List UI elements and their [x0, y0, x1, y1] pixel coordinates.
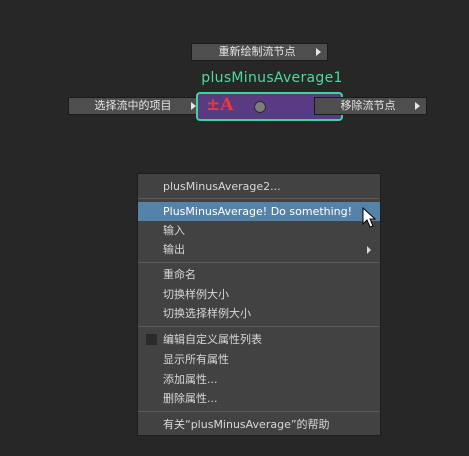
menu-item-add-attribute[interactable]: 添加属性...	[138, 370, 380, 389]
menu-item-rename[interactable]: 重命名	[138, 265, 380, 284]
redraw-nodes-button[interactable]: 重新绘制流节点	[191, 43, 328, 61]
menu-separator	[138, 326, 380, 327]
menu-item-label: 切换选择样例大小	[163, 307, 251, 320]
menu-item-label: 有关“plusMinusAverage”的帮助	[163, 418, 330, 431]
node-title: plusMinusAverage1	[201, 70, 343, 86]
menu-item-delete-attribute[interactable]: 删除属性...	[138, 389, 380, 408]
menu-separator	[138, 198, 380, 199]
mouse-cursor-icon	[362, 207, 376, 228]
menu-item-toggle-selected-swatch-size[interactable]: 切换选择样例大小	[138, 304, 380, 323]
select-in-stream-label: 选择流中的项目	[94, 99, 172, 112]
menu-separator	[138, 262, 380, 263]
menu-item-label: plusMinusAverage2...	[163, 180, 281, 193]
redraw-nodes-label: 重新绘制流节点	[218, 45, 296, 58]
menu-item-help[interactable]: 有关“plusMinusAverage”的帮助	[138, 415, 380, 434]
menu-item-show-all-attributes[interactable]: 显示所有属性	[138, 350, 380, 369]
select-in-stream-button[interactable]: 选择流中的项目	[68, 97, 203, 115]
menu-item-label: 重命名	[163, 268, 196, 281]
menu-item-label: PlusMinusAverage! Do something!	[163, 205, 353, 218]
menu-item-label: 添加属性...	[163, 373, 218, 386]
menu-item-toggle-swatch-size[interactable]: 切换样例大小	[138, 285, 380, 304]
menu-item-label: 切换样例大小	[163, 288, 229, 301]
menu-item-do-something[interactable]: PlusMinusAverage! Do something!	[138, 202, 380, 221]
checkbox-icon[interactable]	[146, 334, 157, 345]
arrow-right-icon	[415, 102, 420, 110]
menu-item-edit-custom-attribute-list[interactable]: 编辑自定义属性列表	[138, 330, 380, 349]
menu-item-label: 输出	[163, 243, 185, 256]
menu-item-label: 显示所有属性	[163, 353, 229, 366]
menu-item-plusminusaverage2[interactable]: plusMinusAverage2...	[138, 177, 380, 196]
menu-item-output[interactable]: 输出	[138, 240, 380, 259]
plus-minus-average-icon: ±A	[206, 95, 234, 115]
menu-item-label: 编辑自定义属性列表	[163, 333, 262, 346]
remove-node-button[interactable]: 移除流节点	[314, 97, 427, 115]
menu-item-input[interactable]: 输入	[138, 221, 380, 240]
menu-item-label: 输入	[163, 224, 185, 237]
node-connector-dot[interactable]	[254, 101, 266, 113]
context-menu: plusMinusAverage2... PlusMinusAverage! D…	[137, 173, 381, 436]
remove-node-label: 移除流节点	[340, 99, 396, 112]
submenu-arrow-icon	[367, 246, 371, 254]
menu-separator	[138, 411, 380, 412]
menu-item-label: 删除属性...	[163, 392, 218, 405]
arrow-right-icon	[316, 48, 321, 56]
